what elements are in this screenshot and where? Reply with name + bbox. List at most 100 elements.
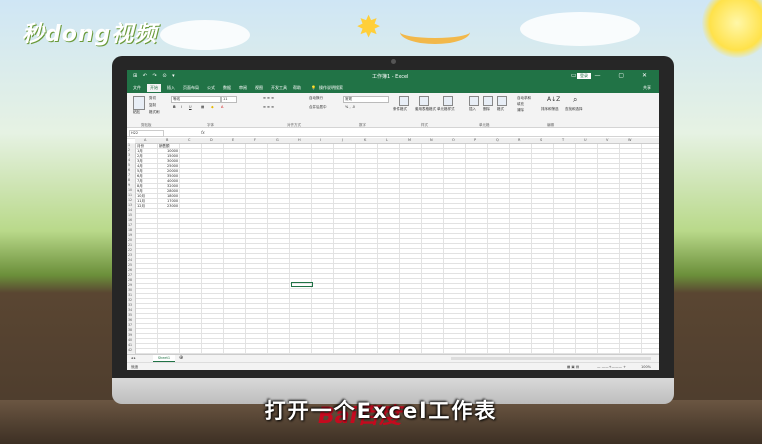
font-color-icon[interactable]: A <box>221 105 223 109</box>
tab-developer[interactable]: 开发工具 <box>271 85 287 91</box>
row-header[interactable]: 4 <box>128 158 130 162</box>
row-header[interactable]: 17 <box>128 223 132 227</box>
row-header[interactable]: 22 <box>128 248 132 252</box>
format-painter-button[interactable]: 格式刷 <box>149 110 160 115</box>
row-header[interactable]: 24 <box>128 258 132 262</box>
copy-button[interactable]: 复制 <box>149 103 156 108</box>
align-top-icon[interactable]: ≡ ≡ ≡ <box>263 96 274 100</box>
sheet-tab[interactable]: Sheet1 <box>153 355 175 362</box>
row-header[interactable]: 37 <box>128 323 132 327</box>
column-header[interactable]: J <box>342 138 343 142</box>
cell-sales[interactable]: 15000 <box>167 154 178 158</box>
sort-filter-icon[interactable]: A↓Z <box>547 96 560 103</box>
column-header[interactable]: I <box>320 138 321 142</box>
worksheet-grid[interactable]: ABCDEFGHIJKLMNOPQRSTUVW 1 2 3 4 5 6 7 8 9 10 11 12 1… <box>127 138 659 356</box>
column-header[interactable]: G <box>276 138 279 142</box>
autosum-button[interactable]: 自动求和 <box>517 96 531 101</box>
column-header[interactable]: L <box>386 138 388 142</box>
view-buttons[interactable]: ▦ ▣ ▤ <box>567 365 579 369</box>
tab-view[interactable]: 视图 <box>255 85 263 91</box>
number-format-select[interactable]: 常规 <box>343 96 389 103</box>
row-header[interactable]: 31 <box>128 293 132 297</box>
row-header[interactable]: 41 <box>128 343 132 347</box>
row-header[interactable]: 2 <box>128 148 130 152</box>
row-header[interactable]: 14 <box>128 208 132 212</box>
row-header[interactable]: 6 <box>128 168 130 172</box>
column-header[interactable]: W <box>628 138 631 142</box>
column-header[interactable]: A <box>144 138 146 142</box>
horizontal-scrollbar[interactable] <box>451 357 651 360</box>
tab-data[interactable]: 数据 <box>223 85 231 91</box>
row-header[interactable]: 36 <box>128 318 132 322</box>
row-header[interactable]: 15 <box>128 213 132 217</box>
row-header[interactable]: 25 <box>128 263 132 267</box>
find-select-icon[interactable]: ⌕ <box>573 95 577 105</box>
row-header[interactable]: 7 <box>128 173 130 177</box>
column-header[interactable]: R <box>518 138 520 142</box>
row-header[interactable]: 30 <box>128 288 132 292</box>
add-sheet-icon[interactable]: ⊕ <box>179 355 183 361</box>
row-header[interactable]: 18 <box>128 228 132 232</box>
cell-sales[interactable]: 28000 <box>167 189 178 193</box>
tab-page-layout[interactable]: 页面布局 <box>183 85 199 91</box>
tab-file[interactable]: 文件 <box>133 85 141 91</box>
share-button[interactable]: 共享 <box>643 85 651 91</box>
sheet-nav-arrows[interactable]: ◂ ▸ <box>131 356 136 360</box>
cell-sales[interactable]: 17000 <box>167 199 178 203</box>
cell-sales[interactable]: 20000 <box>167 169 178 173</box>
wrap-text-button[interactable]: 自动换行 <box>309 96 323 101</box>
row-header[interactable]: 21 <box>128 243 132 247</box>
row-header[interactable]: 33 <box>128 303 132 307</box>
row-header[interactable]: 35 <box>128 313 132 317</box>
cell-sales[interactable]: 10000 <box>167 149 178 153</box>
column-header[interactable]: C <box>188 138 190 142</box>
cell-sales[interactable]: 23000 <box>167 204 178 208</box>
tab-home[interactable]: 开始 <box>147 84 161 92</box>
row-header[interactable]: 1 <box>128 143 130 147</box>
quick-access-toolbar[interactable]: ⊞ ↶ ↷ ⊙ ▾ <box>133 73 177 79</box>
column-header[interactable]: K <box>364 138 366 142</box>
border-icon[interactable]: ▦ <box>201 105 204 109</box>
column-header[interactable]: B <box>166 138 168 142</box>
column-header[interactable]: S <box>540 138 542 142</box>
row-header[interactable]: 38 <box>128 328 132 332</box>
column-header[interactable]: N <box>430 138 433 142</box>
row-header[interactable]: 9 <box>128 183 130 187</box>
row-header[interactable]: 26 <box>128 268 132 272</box>
name-box[interactable]: H22 <box>129 130 164 137</box>
fill-button[interactable]: 填充 <box>517 102 524 107</box>
conditional-format-icon[interactable] <box>399 96 409 106</box>
column-header[interactable]: F <box>254 138 256 142</box>
row-header[interactable]: 27 <box>128 273 132 277</box>
column-header[interactable]: V <box>606 138 608 142</box>
cell-sales[interactable]: 30000 <box>167 159 178 163</box>
format-cells-icon[interactable] <box>497 96 507 106</box>
window-controls[interactable]: ▭ — ▢ ✕ <box>571 72 655 79</box>
fill-color-icon[interactable]: ◆ <box>211 105 214 109</box>
cut-button[interactable]: 剪切 <box>149 96 156 101</box>
column-header[interactable]: H <box>298 138 301 142</box>
cell-styles-icon[interactable] <box>443 96 453 106</box>
align-left-icon[interactable]: ≡ ≡ ≡ <box>263 105 274 109</box>
row-header[interactable]: 40 <box>128 338 132 342</box>
column-header[interactable]: T <box>562 138 564 142</box>
zoom-slider[interactable]: — ——+——— + <box>597 365 626 369</box>
clear-button[interactable]: 清除 <box>517 108 524 113</box>
table-format-icon[interactable] <box>419 96 429 106</box>
insert-cells-icon[interactable] <box>469 96 479 106</box>
row-header[interactable]: 39 <box>128 333 132 337</box>
paste-icon[interactable] <box>133 96 145 110</box>
percent-icon[interactable]: % , .0 <box>345 105 355 109</box>
column-header[interactable]: Q <box>496 138 499 142</box>
row-header[interactable]: 12 <box>128 198 132 202</box>
cell-sales[interactable]: 32000 <box>167 184 178 188</box>
fx-icon[interactable]: fx <box>201 130 205 135</box>
column-header[interactable]: O <box>452 138 455 142</box>
underline-button[interactable]: U <box>189 105 192 109</box>
row-header[interactable]: 32 <box>128 298 132 302</box>
column-header[interactable]: M <box>408 138 411 142</box>
selected-cell[interactable] <box>291 282 313 287</box>
italic-button[interactable]: I <box>181 105 182 109</box>
row-header[interactable]: 34 <box>128 308 132 312</box>
cell-sales[interactable]: 35000 <box>167 174 178 178</box>
